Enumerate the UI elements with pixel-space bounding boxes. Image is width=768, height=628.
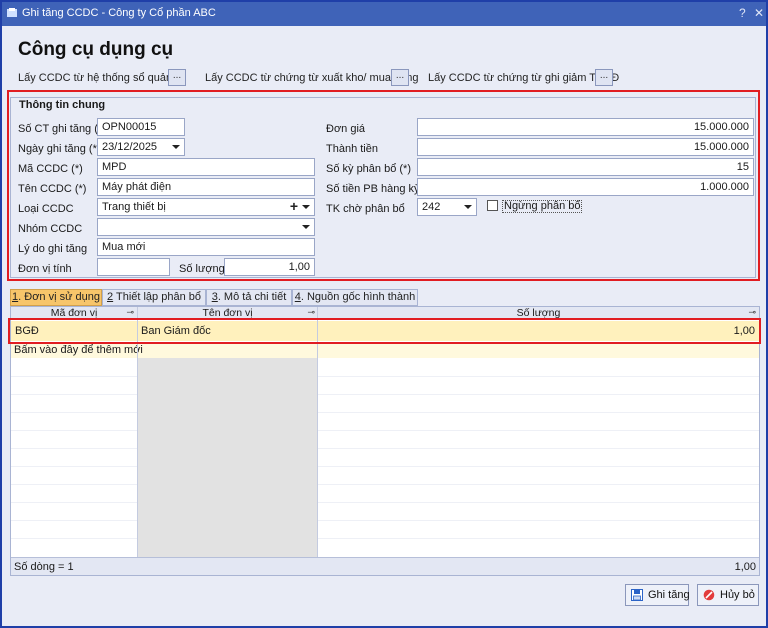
doc-no-label: Số CT ghi tăng (*) (18, 123, 106, 135)
row-divider (318, 448, 759, 449)
periods-label: Số kỳ phân bổ (*) (326, 163, 411, 175)
picker-button-system[interactable]: ... (168, 69, 186, 86)
pin-icon[interactable]: ⊸ (748, 307, 756, 318)
code-field[interactable]: MPD (97, 158, 315, 176)
per-period-label: Số tiền PB hàng kỳ (326, 183, 420, 195)
highlight-selected-row (8, 318, 761, 344)
pending-acc-label: TK chờ phân bổ (326, 203, 405, 215)
qty-total: 1,00 (734, 561, 756, 573)
unit-price-field[interactable]: 15.000.000 (417, 118, 754, 136)
cancel-icon (703, 589, 715, 601)
qty-label: Số lượng (179, 263, 225, 275)
window-title: Ghi tăng CCDC - Công ty Cổ phần ABC (22, 7, 216, 19)
row-divider (318, 394, 759, 395)
row-divider (11, 484, 137, 485)
type-select[interactable]: Trang thiết bị + (97, 198, 315, 216)
page-title: Công cụ dụng cụ (18, 39, 174, 60)
add-new-row[interactable]: Bấm vào đây để thêm mới (11, 342, 759, 358)
row-divider (11, 538, 137, 539)
picker-button-issue[interactable]: ... (391, 69, 409, 86)
dialog-window: Ghi tăng CCDC - Công ty Cổ phần ABC ? ✕ … (0, 0, 768, 628)
row-divider (318, 520, 759, 521)
save-button[interactable]: Ghi tăng (625, 584, 690, 606)
row-divider (11, 448, 137, 449)
tab-allocation-label: Thiết lập phân bổ (113, 291, 201, 303)
per-period-field[interactable]: 1.000.000 (417, 178, 754, 196)
doc-no-field[interactable]: OPN00015 (97, 118, 185, 136)
cancel-button[interactable]: Hủy bỏ (697, 584, 759, 606)
row-divider (11, 376, 137, 377)
usage-units-grid: Mã đơn vị ⊸ Tên đơn vị ⊸ Số lượng ⊸ BGĐ … (10, 306, 760, 576)
stop-alloc-label[interactable]: Ngừng phân bổ (502, 200, 583, 213)
row-divider (318, 466, 759, 467)
chevron-down-icon[interactable] (302, 225, 310, 229)
tab-origin-label: . Nguồn gốc hình thành (300, 291, 416, 303)
row-divider (318, 412, 759, 413)
picker-button-tscd[interactable]: ... (595, 69, 613, 86)
link-from-issue-label: Lấy CCDC từ chứng từ xuất kho/ mua hàng (205, 72, 419, 84)
link-from-tscd-label: Lấy CCDC từ chứng từ ghi giảm TSCĐ (428, 72, 620, 84)
chevron-down-icon[interactable] (464, 205, 472, 209)
save-icon (631, 589, 643, 601)
tab-description[interactable]: 3. Mô tả chi tiết (206, 289, 292, 306)
chevron-down-icon[interactable] (172, 145, 180, 149)
save-button-label: Ghi tăng (648, 589, 690, 601)
stop-alloc-checkbox[interactable] (487, 200, 498, 211)
unit-label: Đơn vị tính (18, 263, 72, 275)
periods-field[interactable]: 15 (417, 158, 754, 176)
row-divider (11, 520, 137, 521)
pin-icon[interactable]: ⊸ (126, 307, 134, 318)
cancel-button-label: Hủy bỏ (720, 589, 755, 601)
link-from-system-label: Lấy CCDC từ hệ thống sổ quản trị (18, 72, 185, 84)
row-divider (11, 502, 137, 503)
tab-description-label: . Mô tả chi tiết (217, 291, 287, 303)
tab-allocation[interactable]: 2 Thiết lập phân bổ (102, 289, 206, 306)
row-divider (11, 412, 137, 413)
type-value: Trang thiết bị (102, 201, 166, 213)
tab-usage-units[interactable]: 1. Đơn vị sử dụng (10, 289, 102, 306)
row-divider (318, 484, 759, 485)
row-divider (11, 466, 137, 467)
unit-field[interactable] (97, 258, 170, 276)
amount-field[interactable]: 15.000.000 (417, 138, 754, 156)
name-column-fill (137, 358, 317, 558)
qty-field[interactable]: 1,00 (224, 258, 315, 276)
group-select[interactable] (97, 218, 315, 236)
date-value: 23/12/2025 (102, 141, 158, 153)
pending-acc-value: 242 (422, 201, 441, 213)
column-divider (317, 307, 318, 559)
name-field[interactable]: Máy phát điện (97, 178, 315, 196)
row-count: Số dòng = 1 (14, 561, 74, 573)
group-label: Nhóm CCDC (18, 223, 83, 235)
chevron-down-icon[interactable] (302, 205, 310, 209)
row-divider (318, 538, 759, 539)
close-button[interactable]: ✕ (754, 6, 764, 20)
reason-label: Lý do ghi tăng (18, 243, 88, 255)
amount-label: Thành tiền (326, 143, 378, 155)
row-divider (11, 430, 137, 431)
unit-price-label: Đơn giá (326, 123, 366, 135)
tab-origin[interactable]: 4. Nguồn gốc hình thành (292, 289, 418, 306)
row-divider (318, 376, 759, 377)
tab-usage-units-label: . Đơn vị sử dụng (18, 291, 100, 303)
type-label: Loại CCDC (18, 203, 74, 215)
app-icon (7, 8, 17, 17)
pending-acc-select[interactable]: 242 (417, 198, 477, 216)
add-icon[interactable]: + (290, 199, 298, 214)
date-picker[interactable]: 23/12/2025 (97, 138, 185, 156)
pin-icon[interactable]: ⊸ (307, 307, 315, 318)
name-label: Tên CCDC (*) (18, 183, 87, 195)
column-divider (137, 307, 138, 559)
reason-field[interactable]: Mua mới (97, 238, 315, 256)
row-divider (11, 394, 137, 395)
add-new-hint: Bấm vào đây để thêm mới (14, 344, 143, 356)
grid-footer: Số dòng = 1 1,00 (11, 557, 759, 575)
help-button[interactable]: ? (739, 6, 746, 20)
row-divider (318, 430, 759, 431)
row-divider (318, 502, 759, 503)
code-label: Mã CCDC (*) (18, 163, 83, 175)
date-label: Ngày ghi tăng (*) (18, 143, 101, 155)
title-bar: Ghi tăng CCDC - Công ty Cổ phần ABC ? ✕ (2, 2, 766, 26)
